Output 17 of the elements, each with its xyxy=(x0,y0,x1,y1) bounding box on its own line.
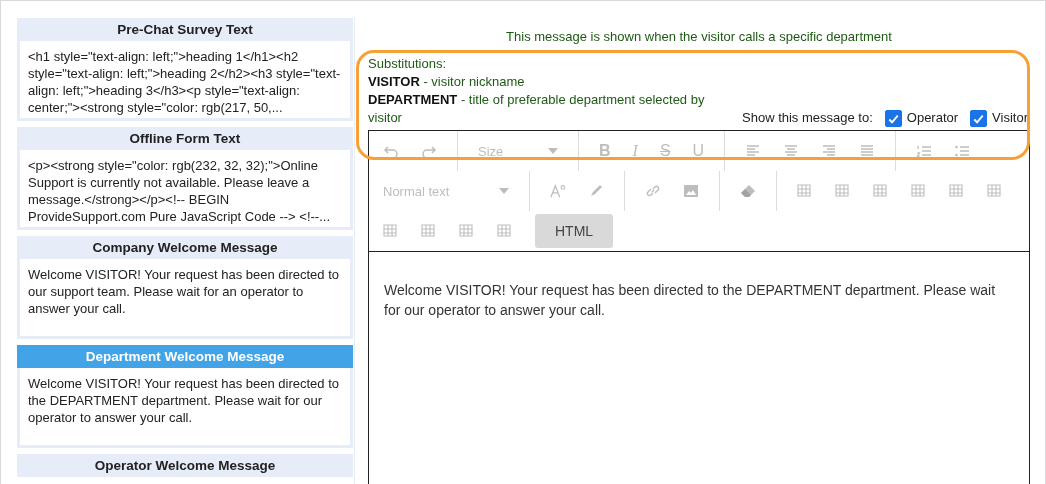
substitutions-heading: Substitutions: xyxy=(368,55,448,73)
checkbox[interactable] xyxy=(884,109,902,127)
card-header[interactable]: Company Welcome Message xyxy=(17,236,353,259)
caret-icon xyxy=(499,188,509,194)
card-header[interactable]: Pre-Chat Survey Text xyxy=(17,18,353,41)
checkbox[interactable] xyxy=(970,109,988,127)
card-header[interactable]: Department Welcome Message xyxy=(17,345,353,368)
substitution-text: VISITOR - visitor nickname xyxy=(368,73,526,91)
show-to-label: Show this message to: xyxy=(742,109,873,127)
description-text: This message is shown when the visitor calls a specific department xyxy=(505,29,893,46)
checkbox-label: Visitor xyxy=(992,109,1028,127)
checkbox-label: Operator xyxy=(906,109,959,127)
editor-text[interactable]: Welcome VISITOR! Your request has been directed to the DEPARTMENT department. Please wait for our operator to answer your call. xyxy=(369,252,1029,348)
caret-icon xyxy=(548,148,558,154)
card-header[interactable]: Offline Form Text xyxy=(17,127,353,150)
card-header[interactable]: Operator Welcome Message xyxy=(17,454,353,477)
substitution-text: DEPARTMENT - title of preferable department selected by visitor xyxy=(368,91,706,127)
